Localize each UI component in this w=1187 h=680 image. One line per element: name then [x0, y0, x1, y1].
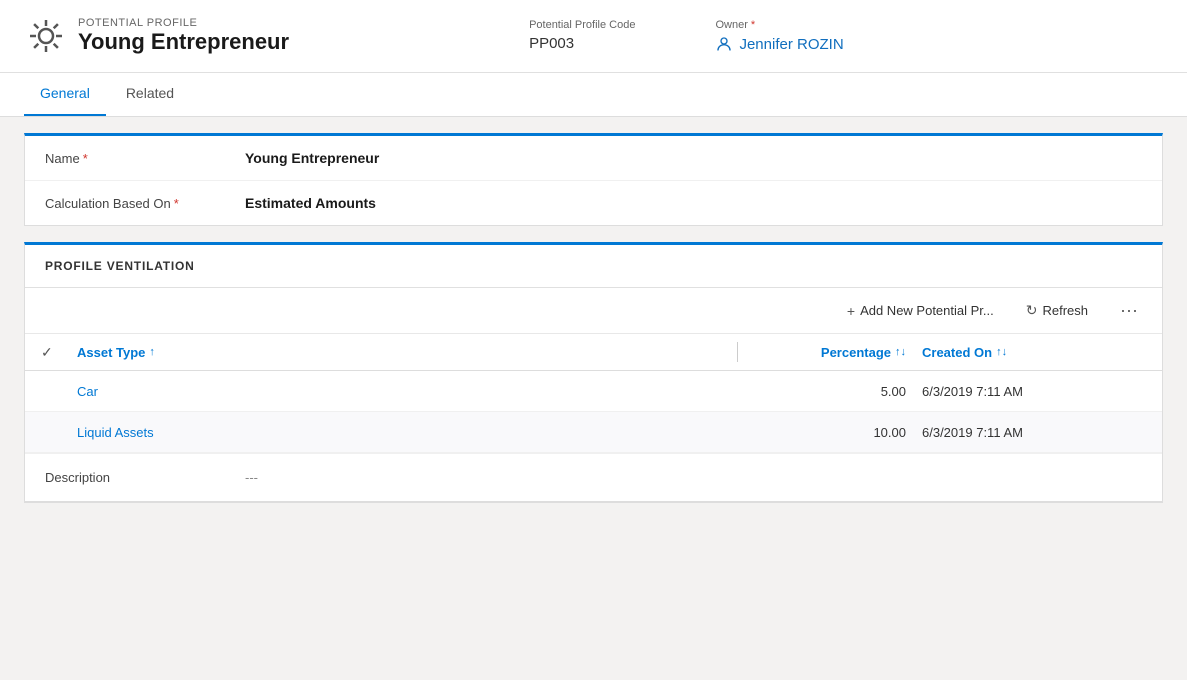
- header: POTENTIAL PROFILE Young Entrepreneur Pot…: [0, 0, 1187, 73]
- check-icon: ✓: [41, 344, 53, 360]
- form-card: Name * Young Entrepreneur Calculation Ba…: [24, 133, 1163, 226]
- name-label: Name *: [45, 151, 245, 166]
- asset-type-sort-icon[interactable]: ↑: [149, 346, 155, 358]
- refresh-icon: ↻: [1026, 302, 1038, 319]
- name-required: *: [83, 151, 88, 166]
- profile-code-label: Potential Profile Code: [529, 19, 635, 31]
- refresh-label: Refresh: [1042, 303, 1088, 318]
- refresh-button[interactable]: ↻ Refresh: [1018, 298, 1096, 323]
- tab-related[interactable]: Related: [110, 72, 190, 116]
- th-asset-type[interactable]: Asset Type ↑: [77, 345, 729, 360]
- asset-type-liquid[interactable]: Liquid Assets: [77, 425, 729, 440]
- gear-icon: [24, 14, 68, 58]
- percentage-sort-icon[interactable]: ↑↓: [895, 346, 906, 358]
- title-group: POTENTIAL PROFILE Young Entrepreneur: [78, 17, 289, 55]
- table-row: Liquid Assets 10.00 6/3/2019 7:11 AM: [25, 412, 1162, 453]
- bottom-divider: [25, 501, 1162, 502]
- th-check: ✓: [41, 344, 77, 361]
- ventilation-table: ✓ Asset Type ↑ Percentage ↑↓ Created On …: [25, 334, 1162, 453]
- add-new-button[interactable]: + Add New Potential Pr...: [839, 299, 1002, 323]
- add-label: Add New Potential Pr...: [860, 303, 994, 318]
- profile-code-group: Potential Profile Code PP003: [529, 19, 635, 53]
- profile-code-value: PP003: [529, 35, 635, 52]
- content-area: Name * Young Entrepreneur Calculation Ba…: [0, 117, 1187, 535]
- tabs-bar: General Related: [0, 73, 1187, 117]
- section-toolbar: + Add New Potential Pr... ↻ Refresh ···: [25, 288, 1162, 334]
- record-title: Young Entrepreneur: [78, 29, 289, 55]
- section-title: PROFILE VENTILATION: [25, 245, 1162, 288]
- percentage-car: 5.00: [746, 384, 906, 399]
- col-divider: [737, 342, 738, 362]
- owner-label: Owner*: [715, 19, 843, 31]
- description-row: Description ---: [25, 453, 1162, 501]
- owner-value[interactable]: Jennifer ROZIN: [715, 35, 843, 53]
- more-options-button[interactable]: ···: [1112, 296, 1146, 325]
- table-header: ✓ Asset Type ↑ Percentage ↑↓ Created On …: [25, 334, 1162, 371]
- description-label: Description: [45, 470, 245, 485]
- header-meta: Potential Profile Code PP003 Owner* Jenn…: [529, 19, 844, 53]
- owner-required: *: [751, 19, 755, 31]
- table-row: Car 5.00 6/3/2019 7:11 AM: [25, 371, 1162, 412]
- owner-name: Jennifer ROZIN: [739, 36, 843, 53]
- app-logo: POTENTIAL PROFILE Young Entrepreneur: [24, 14, 289, 58]
- owner-group: Owner* Jennifer ROZIN: [715, 19, 843, 53]
- percentage-liquid: 10.00: [746, 425, 906, 440]
- th-percentage[interactable]: Percentage ↑↓: [746, 345, 906, 360]
- created-on-sort-icon[interactable]: ↑↓: [996, 346, 1007, 358]
- calc-label: Calculation Based On *: [45, 196, 245, 211]
- add-icon: +: [847, 303, 855, 319]
- calc-value: Estimated Amounts: [245, 195, 376, 211]
- created-on-liquid: 6/3/2019 7:11 AM: [906, 425, 1146, 440]
- person-icon: [715, 35, 733, 53]
- created-on-car: 6/3/2019 7:11 AM: [906, 384, 1146, 399]
- asset-type-car[interactable]: Car: [77, 384, 729, 399]
- name-value: Young Entrepreneur: [245, 150, 379, 166]
- name-row: Name * Young Entrepreneur: [25, 136, 1162, 181]
- calc-row: Calculation Based On * Estimated Amounts: [25, 181, 1162, 225]
- description-value: ---: [245, 470, 258, 485]
- calc-required: *: [174, 196, 179, 211]
- tab-general[interactable]: General: [24, 72, 106, 116]
- th-created-on[interactable]: Created On ↑↓: [906, 345, 1146, 360]
- app-subtitle: POTENTIAL PROFILE: [78, 17, 289, 29]
- profile-ventilation-card: PROFILE VENTILATION + Add New Potential …: [24, 242, 1163, 503]
